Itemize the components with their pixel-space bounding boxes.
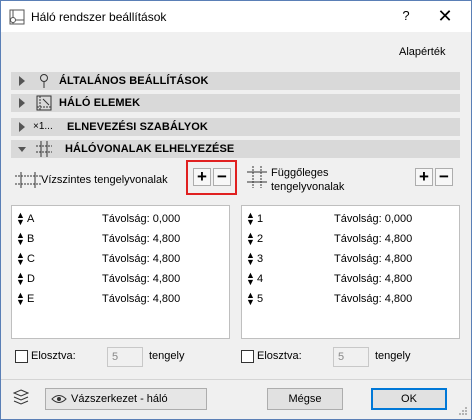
view-select[interactable]: Vázszerkezet - háló xyxy=(45,388,207,410)
help-button[interactable]: ? xyxy=(399,8,413,23)
drag-handle-icon[interactable]: ▲ ▼ xyxy=(16,291,25,307)
ok-button[interactable]: OK xyxy=(371,388,447,410)
drag-handle-icon[interactable]: ▲ ▼ xyxy=(246,211,255,227)
list-item[interactable]: ▲ ▼ E Távolság: 4,800 xyxy=(12,289,229,309)
distribute-vertical-checkbox[interactable] xyxy=(241,350,254,363)
row-distance[interactable]: Távolság: 4,800 xyxy=(102,233,180,245)
remove-vertical-button[interactable]: − xyxy=(435,168,453,186)
drag-handle-icon[interactable]: ▲ ▼ xyxy=(246,231,255,247)
section-grid-lines[interactable]: HÁLÓVONALAK ELHELYEZÉSE xyxy=(11,140,460,158)
defaults-label: Alapérték xyxy=(399,46,446,58)
vertical-lines-label-line2: tengelyvonalak xyxy=(271,181,345,193)
row-name: D xyxy=(27,273,35,285)
row-distance[interactable]: Távolság: 4,800 xyxy=(102,253,180,265)
list-item[interactable]: ▲ ▼ 1 Távolság: 0,000 xyxy=(242,209,459,229)
view-select-label: Vázszerkezet - háló xyxy=(71,393,168,405)
collapse-arrow-icon xyxy=(18,147,26,152)
horizontal-count-field[interactable]: 5 xyxy=(107,347,143,367)
list-item[interactable]: ▲ ▼ C Távolság: 4,800 xyxy=(12,249,229,269)
section-label: ÁLTALÁNOS BEÁLLÍTÁSOK xyxy=(59,75,209,87)
vertical-lines-label-line1: Függőleges xyxy=(271,167,329,179)
cancel-button[interactable]: Mégse xyxy=(267,388,343,410)
section-naming-rules[interactable]: ×1... ELNEVEZÉSI SZABÁLYOK xyxy=(11,118,460,136)
naming-icon: ×1... xyxy=(33,121,53,132)
drag-handle-icon[interactable]: ▲ ▼ xyxy=(246,271,255,287)
drag-handle-icon[interactable]: ▲ ▼ xyxy=(16,271,25,287)
row-distance[interactable]: Távolság: 4,800 xyxy=(102,273,180,285)
drag-handle-icon[interactable]: ▲ ▼ xyxy=(16,211,25,227)
horizontal-count-unit: tengely xyxy=(149,350,185,362)
list-item[interactable]: ▲ ▼ 4 Távolság: 4,800 xyxy=(242,269,459,289)
row-name: C xyxy=(27,253,35,265)
row-distance[interactable]: Távolság: 4,800 xyxy=(334,273,412,285)
list-item[interactable]: ▲ ▼ 5 Távolság: 4,800 xyxy=(242,289,459,309)
dialog-window: Háló rendszer beállítások ? ✕ Alapérték … xyxy=(0,0,472,420)
add-horizontal-button[interactable]: + xyxy=(193,168,211,186)
grid-app-icon xyxy=(9,9,25,25)
row-distance[interactable]: Távolság: 0,000 xyxy=(334,213,412,225)
list-item[interactable]: ▲ ▼ A Távolság: 0,000 xyxy=(12,209,229,229)
horizontal-lines-icon xyxy=(15,172,41,188)
resize-grip-icon[interactable] xyxy=(458,406,468,416)
distribute-horizontal-checkbox[interactable] xyxy=(15,350,28,363)
vertical-count-field[interactable]: 5 xyxy=(333,347,369,367)
row-name: B xyxy=(27,233,35,245)
horizontal-lines-label: Vízszintes tengelyvonalak xyxy=(41,174,168,186)
drag-handle-icon[interactable]: ▲ ▼ xyxy=(246,251,255,267)
title-bar: Háló rendszer beállítások ? ✕ xyxy=(1,1,471,32)
list-item[interactable]: ▲ ▼ D Távolság: 4,800 xyxy=(12,269,229,289)
row-name: 2 xyxy=(257,233,264,245)
section-label: HÁLÓ ELEMEK xyxy=(59,97,141,109)
window-title: Háló rendszer beállítások xyxy=(31,10,167,24)
section-general[interactable]: ÁLTALÁNOS BEÁLLÍTÁSOK xyxy=(11,72,460,90)
row-name: A xyxy=(27,213,35,225)
list-item[interactable]: ▲ ▼ 3 Távolság: 4,800 xyxy=(242,249,459,269)
row-distance[interactable]: Távolság: 4,800 xyxy=(334,293,412,305)
footer-divider xyxy=(1,379,471,380)
row-name: 5 xyxy=(257,293,264,305)
drag-handle-icon[interactable]: ▲ ▼ xyxy=(246,291,255,307)
pin-icon xyxy=(40,74,48,88)
close-button[interactable]: ✕ xyxy=(435,4,455,28)
section-label: ELNEVEZÉSI SZABÁLYOK xyxy=(67,121,208,133)
expand-arrow-icon xyxy=(19,76,25,86)
row-distance[interactable]: Távolság: 4,800 xyxy=(334,233,412,245)
horizontal-lines-list[interactable]: ▲ ▼ A Távolság: 0,000 ▲ ▼ B Távolság: 4,80… xyxy=(11,205,230,339)
list-item[interactable]: ▲ ▼ B Távolság: 4,800 xyxy=(12,229,229,249)
row-name: 1 xyxy=(257,213,264,225)
row-distance[interactable]: Távolság: 4,800 xyxy=(334,253,412,265)
expand-arrow-icon xyxy=(19,98,25,108)
vertical-lines-icon xyxy=(247,166,267,188)
vertical-count-unit: tengely xyxy=(375,350,411,362)
row-distance[interactable]: Távolság: 0,000 xyxy=(102,213,180,225)
vertical-lines-list[interactable]: ▲ ▼ 1 Távolság: 0,000 ▲ ▼ 2 Távolság: 4,80… xyxy=(241,205,460,339)
row-name: E xyxy=(27,293,35,305)
grid-lines-icon xyxy=(36,141,52,157)
section-label: HÁLÓVONALAK ELHELYEZÉSE xyxy=(65,143,235,155)
section-grid-elements[interactable]: HÁLÓ ELEMEK xyxy=(11,94,460,112)
eye-icon xyxy=(51,395,67,403)
row-name: 3 xyxy=(257,253,264,265)
distribute-vertical-label: Elosztva: xyxy=(257,350,302,362)
expand-arrow-icon xyxy=(19,122,25,132)
layers-icon[interactable] xyxy=(13,389,29,407)
list-item[interactable]: ▲ ▼ 2 Távolság: 4,800 xyxy=(242,229,459,249)
remove-horizontal-button[interactable]: − xyxy=(213,168,231,186)
add-vertical-button[interactable]: + xyxy=(415,168,433,186)
distribute-horizontal-label: Elosztva: xyxy=(31,350,76,362)
drag-handle-icon[interactable]: ▲ ▼ xyxy=(16,231,25,247)
grid-element-icon xyxy=(36,95,52,111)
row-name: 4 xyxy=(257,273,264,285)
row-distance[interactable]: Távolság: 4,800 xyxy=(102,293,180,305)
drag-handle-icon[interactable]: ▲ ▼ xyxy=(16,251,25,267)
